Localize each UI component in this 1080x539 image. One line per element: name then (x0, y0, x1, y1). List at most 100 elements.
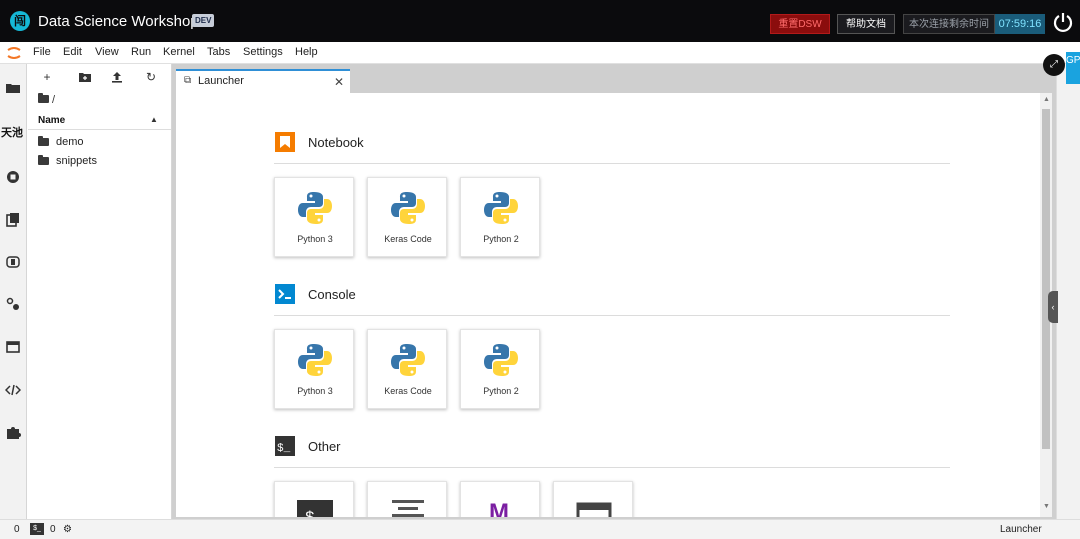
launcher-card-terminal[interactable]: $ (274, 481, 354, 517)
collapse-panel-icon[interactable]: ‹ (1048, 291, 1058, 323)
python-icon (484, 344, 518, 376)
settings-icon[interactable] (5, 296, 21, 312)
svg-text:$: $ (305, 509, 315, 517)
running-icon[interactable] (5, 169, 21, 185)
card-label: Keras Code (384, 386, 432, 396)
svg-text:M: M (489, 499, 509, 517)
menu-help[interactable]: Help (295, 46, 318, 58)
launcher-card-notebook-keras[interactable]: Keras Code (367, 177, 447, 257)
tab-launcher[interactable]: ⧉ Launcher ✕ (176, 69, 350, 93)
launcher-card-console-keras[interactable]: Keras Code (367, 329, 447, 409)
menu-file[interactable]: File (33, 46, 51, 58)
notebook-section-icon (275, 132, 295, 152)
menu-run[interactable]: Run (131, 46, 151, 58)
app-title: Data Science Workshop (38, 13, 199, 30)
new-launcher-icon[interactable]: + (40, 70, 54, 84)
file-name: snippets (56, 155, 97, 167)
python-icon (391, 344, 425, 376)
home-folder-icon (38, 93, 49, 103)
menu-kernel[interactable]: Kernel (163, 46, 195, 58)
status-bar: 0 $_ 0 ⚙ Launcher (0, 519, 1080, 539)
terminal-status-icon[interactable]: $_ (30, 523, 44, 535)
svg-text:$_: $_ (277, 443, 291, 455)
expand-icon[interactable]: ⤢ (1043, 54, 1065, 76)
menu-tabs[interactable]: Tabs (207, 46, 230, 58)
scroll-down-icon[interactable]: ▼ (1043, 503, 1050, 510)
top-header: 闯 Data Science Workshop DEV 重置DSW 帮助文档 本… (0, 0, 1080, 42)
file-browser: + ↻ / Name ▲ demo snippets (28, 64, 172, 519)
console-section-icon (275, 284, 295, 304)
launcher-card-notebook-python2[interactable]: Python 2 (460, 177, 540, 257)
section-divider (274, 315, 950, 316)
close-icon[interactable]: ✕ (334, 75, 344, 89)
tabs-icon[interactable] (5, 254, 21, 270)
card-label: Python 2 (483, 386, 519, 396)
menu-settings[interactable]: Settings (243, 46, 283, 58)
launcher-card-notebook-python3[interactable]: Python 3 (274, 177, 354, 257)
text-file-icon (392, 500, 424, 517)
help-docs-button[interactable]: 帮助文档 (837, 14, 895, 34)
tab-label: Launcher (198, 75, 244, 87)
python-icon (298, 192, 332, 224)
file-name: demo (56, 136, 84, 148)
new-folder-icon[interactable] (78, 70, 92, 84)
section-title-notebook: Notebook (308, 135, 364, 150)
folder-icon (38, 136, 49, 146)
left-sidebar: 天池 (0, 64, 27, 519)
commands-icon[interactable] (5, 212, 21, 228)
section-divider (274, 163, 950, 164)
terminal-count[interactable]: 0 (50, 524, 56, 535)
card-label: Python 3 (297, 234, 333, 244)
window-icon[interactable] (5, 339, 21, 355)
help-window-icon (576, 502, 612, 517)
terminal-icon: $ (297, 500, 333, 517)
python-icon (298, 344, 332, 376)
jupyter-logo-icon (7, 47, 21, 59)
python-icon (391, 192, 425, 224)
launcher-card-markdown[interactable]: M (460, 481, 540, 517)
launcher-card-console-python3[interactable]: Python 3 (274, 329, 354, 409)
launcher-tab-icon: ⧉ (184, 75, 192, 86)
file-row-snippets[interactable]: snippets (38, 154, 158, 170)
remaining-time-label: 本次连接剩余时间 (903, 14, 995, 34)
section-divider (274, 467, 950, 468)
reset-dsw-button[interactable]: 重置DSW (770, 14, 830, 34)
launcher-card-text-file[interactable] (367, 481, 447, 517)
tianchi-label[interactable]: 天池 (1, 124, 23, 140)
status-launcher-label: Launcher (1000, 524, 1042, 535)
folder-icon (38, 155, 49, 165)
launcher-panel: Notebook Python 3 Keras Code Python 2 Co… (176, 93, 1052, 517)
markdown-icon: M (489, 499, 509, 517)
gpu-badge[interactable]: GPU (1066, 52, 1080, 84)
menu-edit[interactable]: Edit (63, 46, 82, 58)
launcher-card-console-python2[interactable]: Python 2 (460, 329, 540, 409)
file-row-demo[interactable]: demo (38, 135, 158, 151)
card-label: Python 2 (483, 234, 519, 244)
refresh-icon[interactable]: ↻ (144, 70, 158, 84)
python-icon (484, 192, 518, 224)
card-label: Python 3 (297, 386, 333, 396)
folder-icon[interactable] (5, 80, 21, 96)
menu-bar: File Edit View Run Kernel Tabs Settings … (0, 42, 1080, 64)
card-label: Keras Code (384, 234, 432, 244)
extension-icon[interactable] (5, 424, 21, 440)
breadcrumb[interactable]: / (38, 93, 56, 106)
upload-icon[interactable] (110, 70, 124, 84)
breadcrumb-path: / (52, 94, 56, 106)
other-section-icon: $_ (275, 436, 295, 456)
scroll-up-icon[interactable]: ▲ (1043, 96, 1050, 103)
section-title-other: Other (308, 439, 341, 454)
menu-view[interactable]: View (95, 46, 119, 58)
code-icon[interactable] (5, 382, 21, 398)
column-header[interactable]: Name ▲ (28, 112, 171, 130)
app-logo-icon: 闯 (10, 11, 30, 31)
env-badge: DEV (192, 14, 215, 27)
power-icon[interactable] (1052, 11, 1074, 33)
launcher-card-contextual-help[interactable] (553, 481, 633, 517)
right-sidebar: GPU (1056, 52, 1080, 519)
sort-ascending-icon[interactable]: ▲ (150, 115, 158, 124)
kernel-count[interactable]: 0 (14, 524, 20, 535)
scroll-thumb[interactable] (1042, 109, 1050, 449)
cpu-icon[interactable]: ⚙ (63, 524, 72, 535)
section-title-console: Console (308, 287, 356, 302)
